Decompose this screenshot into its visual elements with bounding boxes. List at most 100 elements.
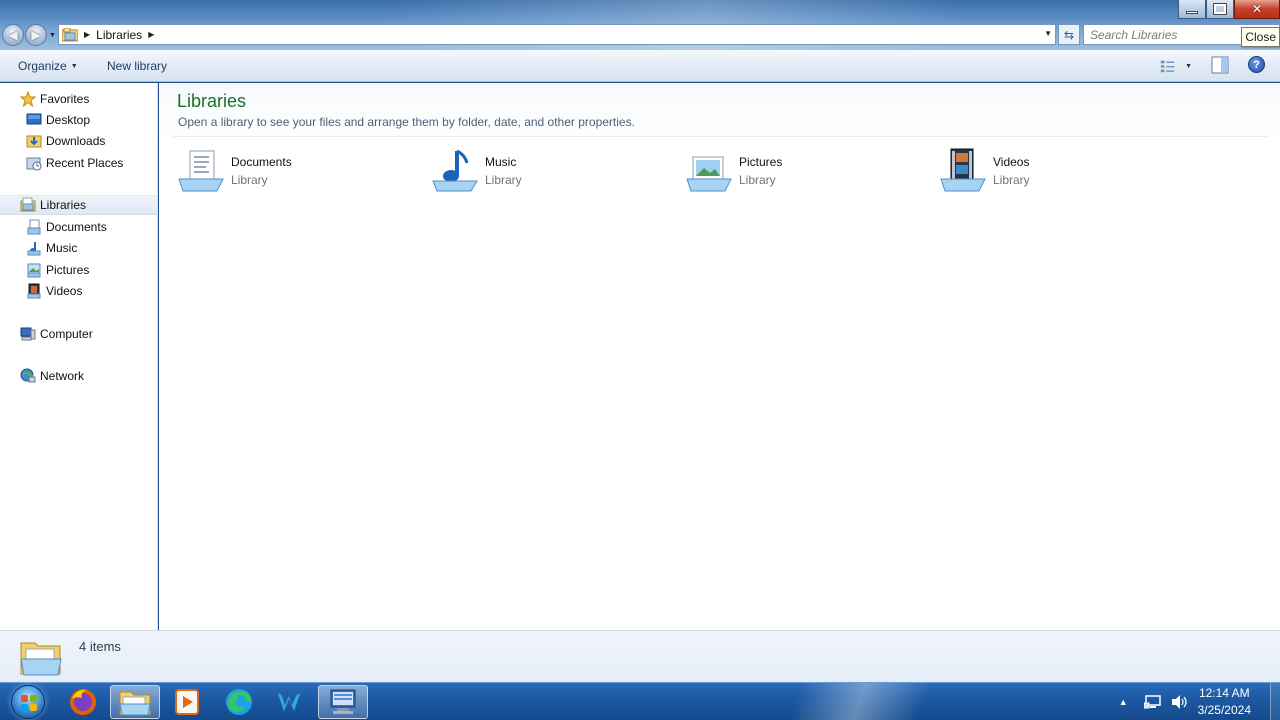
address-history-dropdown[interactable]: ▼: [1044, 29, 1052, 38]
library-tile-text: Documents Library: [231, 147, 292, 195]
downloads-folder-icon: [26, 135, 42, 148]
view-dropdown-icon[interactable]: ▼: [1185, 63, 1192, 70]
taskbar-firefox[interactable]: [58, 685, 108, 719]
close-icon: ✕: [1251, 2, 1263, 16]
back-button[interactable]: ◀: [2, 24, 24, 46]
page-title: Libraries: [177, 91, 247, 111]
library-tile-videos[interactable]: Videos Library: [939, 147, 1179, 195]
organize-label: Organize: [18, 59, 67, 73]
view-options-icon: [1160, 60, 1175, 73]
nav-libraries[interactable]: Libraries: [0, 195, 157, 215]
nav-network[interactable]: Network: [0, 366, 157, 386]
taskbar-wing[interactable]: [266, 685, 316, 719]
preview-pane-icon[interactable]: [1211, 56, 1229, 74]
nav-item-label: Videos: [46, 284, 83, 298]
libraries-icon: [20, 197, 36, 212]
recent-places-icon: [26, 157, 42, 171]
windows-logo-icon: [11, 685, 45, 719]
page-description: Open a library to see your files and arr…: [178, 115, 635, 129]
videos-library-icon: [940, 148, 986, 192]
library-tile-text: Pictures Library: [739, 147, 782, 195]
start-button[interactable]: [5, 684, 51, 720]
nav-favorites[interactable]: Favorites: [0, 89, 157, 109]
window-controls: ✕: [1178, 0, 1280, 19]
forward-button[interactable]: ▶: [25, 24, 47, 46]
taskbar-explorer[interactable]: [110, 685, 160, 719]
pictures-library-icon: [686, 156, 732, 192]
clock-time: 12:14 AM: [1198, 686, 1250, 700]
minimize-button[interactable]: [1178, 0, 1206, 19]
maximize-button[interactable]: [1206, 0, 1234, 19]
library-tile-documents[interactable]: Documents Library: [177, 147, 417, 195]
taskbar-remote-desktop[interactable]: [318, 685, 368, 719]
forward-arrow-icon: ▶: [31, 28, 41, 42]
recent-pages-dropdown[interactable]: ▼: [49, 32, 56, 39]
library-tile-text: Videos Library: [993, 147, 1030, 195]
documents-icon: [27, 219, 41, 235]
new-library-button[interactable]: New library: [107, 59, 167, 73]
computer-icon: [20, 327, 36, 341]
taskbar-media-player[interactable]: [162, 685, 212, 719]
star-icon: [20, 91, 36, 107]
address-bar[interactable]: ▶ Libraries ▶ ▼: [58, 24, 1056, 45]
nav-item-recent-places[interactable]: Recent Places: [0, 153, 157, 173]
item-count: 4 items: [79, 639, 121, 654]
nav-computer[interactable]: Computer: [0, 324, 157, 344]
libraries-icon: [62, 27, 78, 41]
nav-favorites-label: Favorites: [40, 92, 90, 106]
nav-item-label: Downloads: [46, 134, 106, 148]
windows-explorer-icon: [119, 691, 151, 716]
back-arrow-icon: ◀: [8, 28, 18, 42]
nav-item-downloads[interactable]: Downloads: [0, 131, 157, 151]
close-tooltip: Close: [1241, 27, 1280, 47]
minimize-icon: [1186, 10, 1198, 14]
media-player-icon: [175, 689, 199, 715]
library-tile-pictures[interactable]: Pictures Library: [685, 147, 925, 195]
show-hidden-icons-icon[interactable]: ▲: [1119, 697, 1128, 707]
library-type: Library: [739, 173, 776, 187]
library-tile-text: Music Library: [485, 147, 522, 195]
nav-network-label: Network: [40, 369, 85, 383]
nav-item-label: Documents: [46, 220, 107, 234]
organize-button[interactable]: Organize ▼: [18, 59, 78, 73]
library-type: Library: [231, 173, 268, 187]
refresh-button[interactable]: ⇆: [1058, 24, 1080, 45]
library-type: Library: [485, 173, 522, 187]
library-tile-music[interactable]: Music Library: [431, 147, 671, 195]
nav-item-music[interactable]: Music: [0, 238, 157, 258]
search-input[interactable]: [1090, 27, 1240, 42]
nav-item-videos[interactable]: Videos: [0, 281, 157, 301]
command-bar: Organize ▼ New library ▼ ?: [0, 50, 1280, 82]
close-button[interactable]: ✕: [1234, 0, 1280, 19]
music-library-icon: [432, 149, 478, 192]
clock[interactable]: 12:14 AM 3/25/2024: [1198, 685, 1251, 719]
change-view-button[interactable]: ▼: [1160, 56, 1192, 76]
nav-item-desktop[interactable]: Desktop: [0, 110, 157, 130]
edge-icon: [226, 689, 252, 715]
music-icon: [27, 242, 41, 256]
help-icon[interactable]: ?: [1248, 56, 1265, 73]
network-icon: [20, 368, 36, 383]
content-pane: Libraries Open a library to see your fil…: [159, 83, 1280, 630]
breadcrumb-libraries[interactable]: Libraries: [96, 28, 142, 42]
library-type: Library: [993, 173, 1030, 187]
restore-icon: [1213, 3, 1227, 15]
taskbar-edge[interactable]: [214, 685, 264, 719]
show-desktop-button[interactable]: [1270, 683, 1280, 720]
header-divider: [173, 136, 1268, 137]
network-status-icon[interactable]: [1143, 694, 1162, 710]
nav-item-label: Recent Places: [46, 156, 124, 170]
nav-item-label: Desktop: [46, 113, 91, 127]
nav-item-pictures[interactable]: Pictures: [0, 260, 157, 280]
details-pane: 4 items: [0, 630, 1280, 682]
firefox-icon: [70, 689, 96, 715]
volume-icon[interactable]: [1170, 694, 1188, 710]
taskbar: ▲ 12:14 AM 3/25/2024: [0, 682, 1280, 720]
nav-item-documents[interactable]: Documents: [0, 217, 157, 237]
breadcrumb-separator-icon[interactable]: ▶: [148, 30, 154, 39]
library-name: Videos: [993, 155, 1030, 169]
breadcrumb-separator-icon[interactable]: ▶: [84, 30, 90, 39]
videos-icon: [27, 283, 41, 299]
libraries-folder-icon: [20, 642, 62, 676]
system-tray: ▲ 12:14 AM 3/25/2024: [1119, 683, 1268, 720]
